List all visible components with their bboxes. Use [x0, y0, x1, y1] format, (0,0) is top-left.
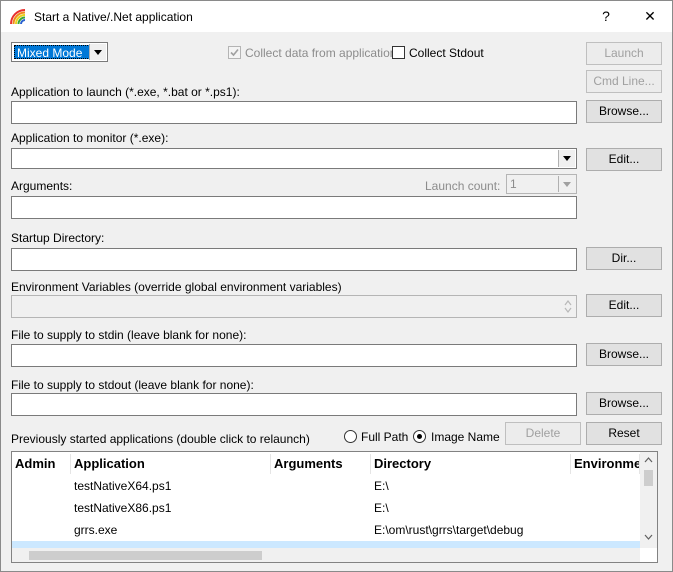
- scroll-up-area[interactable]: [640, 452, 657, 466]
- env-vars-input[interactable]: [11, 295, 577, 318]
- stdout-input[interactable]: [11, 393, 577, 416]
- browse-stdout-button[interactable]: Browse...: [586, 392, 662, 415]
- app-launch-input[interactable]: [11, 101, 577, 124]
- table-row[interactable]: testNativeX86.ps1 E:\: [12, 497, 640, 519]
- launch-button[interactable]: Launch: [586, 42, 662, 65]
- stdin-input[interactable]: [11, 344, 577, 367]
- startup-dir-label: Startup Directory:: [11, 231, 105, 245]
- cmd-line-button[interactable]: Cmd Line...: [586, 70, 662, 93]
- column-header-arguments[interactable]: Arguments: [271, 454, 371, 474]
- column-header-directory[interactable]: Directory: [371, 454, 571, 474]
- selected-row-highlight[interactable]: [12, 541, 640, 548]
- cell-application: testNativeX86.ps1: [74, 501, 172, 515]
- spin-arrows-icon[interactable]: [564, 299, 572, 314]
- edit-monitor-button[interactable]: Edit...: [586, 148, 662, 171]
- delete-button[interactable]: Delete: [505, 422, 581, 445]
- collect-stdout-checkbox[interactable]: [392, 46, 405, 59]
- stdin-label: File to supply to stdin (leave blank for…: [11, 328, 247, 342]
- launch-count-label: Launch count:: [425, 179, 501, 193]
- mode-select-value: Mixed Mode: [14, 45, 90, 60]
- app-launch-label: Application to launch (*.exe, *.bat or *…: [11, 85, 240, 99]
- scroll-up-icon[interactable]: [644, 457, 653, 463]
- cell-application: grrs.exe: [74, 523, 118, 537]
- horizontal-scroll-thumb[interactable]: [29, 551, 262, 560]
- stdout-label: File to supply to stdout (leave blank fo…: [11, 378, 254, 392]
- close-button[interactable]: ✕: [628, 1, 672, 32]
- startup-dir-input[interactable]: [11, 248, 577, 271]
- cell-directory: E:\: [374, 479, 389, 493]
- image-name-label: Image Name: [431, 430, 500, 444]
- full-path-radio[interactable]: [344, 430, 357, 443]
- vertical-scrollbar[interactable]: [640, 466, 657, 548]
- table-row[interactable]: testNativeX64.ps1 E:\: [12, 475, 640, 497]
- chevron-down-icon[interactable]: [89, 44, 106, 60]
- cell-directory: E:\: [374, 501, 389, 515]
- previous-apps-list[interactable]: Admin Application Arguments Directory En…: [11, 451, 658, 563]
- arguments-input[interactable]: [11, 196, 577, 219]
- app-monitor-label: Application to monitor (*.exe):: [11, 131, 169, 145]
- full-path-label: Full Path: [361, 430, 409, 444]
- edit-env-button[interactable]: Edit...: [586, 294, 662, 317]
- collect-data-checkbox[interactable]: [228, 46, 241, 59]
- mode-select[interactable]: Mixed Mode: [11, 42, 108, 62]
- reset-button[interactable]: Reset: [586, 422, 662, 445]
- launch-count-value: 1: [510, 177, 517, 191]
- check-icon: [230, 48, 239, 57]
- cell-directory: E:\om\rust\grrs\target\debug: [374, 523, 524, 537]
- dialog-window: Start a Native/.Net application ? ✕ Mixe…: [0, 0, 673, 572]
- cell-application: testNativeX64.ps1: [74, 479, 172, 493]
- arguments-label: Arguments:: [11, 179, 73, 193]
- env-vars-label: Environment Variables (override global e…: [11, 280, 342, 294]
- app-monitor-combo[interactable]: [11, 148, 577, 169]
- window-title: Start a Native/.Net application: [34, 10, 193, 24]
- browse-launch-button[interactable]: Browse...: [586, 100, 662, 123]
- column-header-environment[interactable]: Environment: [571, 454, 640, 474]
- title-bar: Start a Native/.Net application ? ✕: [1, 1, 672, 32]
- image-name-radio[interactable]: [413, 430, 426, 443]
- help-button[interactable]: ?: [584, 1, 628, 32]
- chevron-down-icon[interactable]: [558, 150, 575, 167]
- dir-button[interactable]: Dir...: [586, 247, 662, 270]
- scroll-down-icon[interactable]: [644, 534, 653, 540]
- rainbow-app-icon: [10, 9, 26, 25]
- chevron-down-icon[interactable]: [558, 176, 575, 192]
- vertical-scroll-thumb[interactable]: [644, 470, 653, 486]
- browse-stdin-button[interactable]: Browse...: [586, 343, 662, 366]
- previous-label: Previously started applications (double …: [11, 432, 310, 446]
- collect-stdout-label: Collect Stdout: [409, 46, 484, 60]
- column-header-admin[interactable]: Admin: [12, 454, 71, 474]
- column-header-application[interactable]: Application: [71, 454, 271, 474]
- horizontal-scrollbar[interactable]: [12, 548, 640, 562]
- launch-count-combo[interactable]: 1: [506, 174, 577, 194]
- collect-data-label: Collect data from application: [245, 46, 397, 60]
- table-row[interactable]: grrs.exe E:\om\rust\grrs\target\debug: [12, 519, 640, 541]
